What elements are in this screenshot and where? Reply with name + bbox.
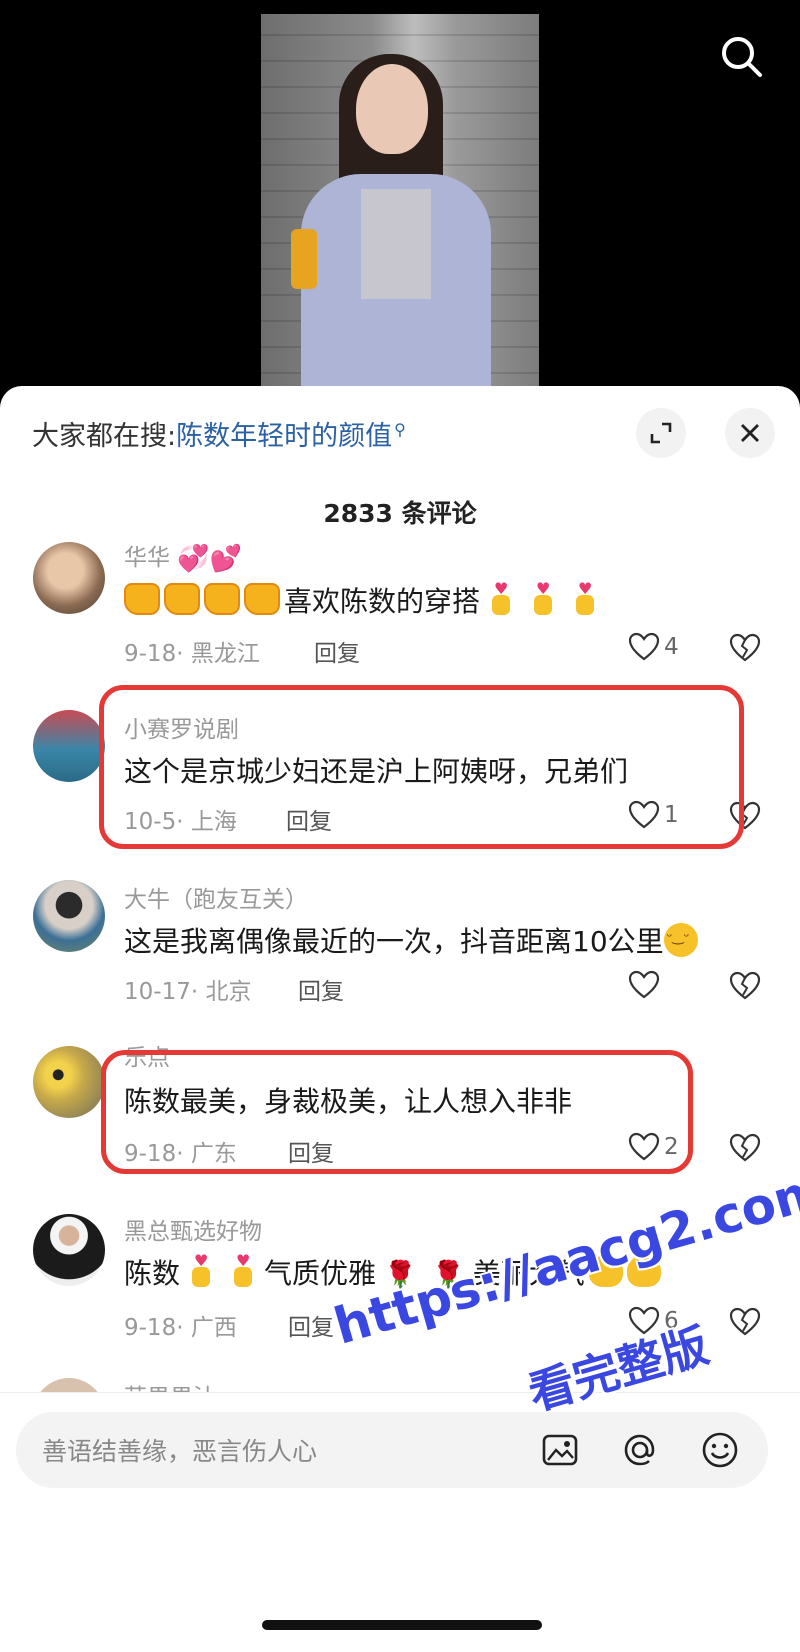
expand-icon xyxy=(650,422,672,444)
dislike-button[interactable] xyxy=(729,1307,761,1341)
at-icon xyxy=(624,1434,655,1466)
highlight-box xyxy=(101,1050,693,1174)
comment-item: 大牛（跑友互关） 这是我离偶像最近的一次，抖音距离10公里 10-17· 北京 … xyxy=(0,874,800,1034)
thumbs-up-emoji xyxy=(204,583,240,615)
thumbs-up-emoji xyxy=(164,583,200,615)
figure-inner xyxy=(361,189,431,299)
video-area[interactable] xyxy=(0,0,800,400)
comment-text: 这是我离偶像最近的一次，抖音距离10公里 xyxy=(124,920,698,960)
like-button[interactable]: 4 xyxy=(628,632,679,662)
reply-button[interactable]: 回复 xyxy=(314,634,360,668)
finger-heart-emoji xyxy=(490,579,512,615)
search-button[interactable] xyxy=(715,30,769,84)
home-indicator[interactable] xyxy=(262,1620,542,1630)
finger-heart-emoji xyxy=(232,1251,254,1287)
like-button[interactable] xyxy=(628,970,664,1000)
sweat-smile-emoji xyxy=(663,923,698,957)
comment-username[interactable]: 黑总甄选好物 xyxy=(124,1212,262,1246)
dislike-button[interactable] xyxy=(729,633,761,667)
heart-icon xyxy=(628,632,660,661)
search-small-icon: ⚲ xyxy=(394,420,406,439)
close-icon xyxy=(741,424,759,442)
comment-meta: 9-18· 黑龙江 xyxy=(124,641,260,667)
avatar[interactable] xyxy=(33,542,105,614)
avatar[interactable] xyxy=(33,1214,105,1286)
comment-meta: 10-17· 北京 xyxy=(124,979,252,1005)
reply-button[interactable]: 回复 xyxy=(288,1308,334,1342)
search-icon xyxy=(722,37,762,77)
comment-username[interactable]: 华华 💞💕 xyxy=(124,538,242,574)
finger-heart-emoji xyxy=(574,579,596,615)
dislike-button[interactable] xyxy=(729,971,761,1005)
comment-item: 华华 💞💕 喜欢陈数的穿搭 9-18· 黑龙江 回复 4 xyxy=(0,536,800,696)
dislike-heart-icon xyxy=(729,971,761,1000)
heart-icon xyxy=(628,970,660,999)
comment-meta: 9-18· 广西 xyxy=(124,1315,237,1341)
highlight-box xyxy=(99,685,744,849)
thumbs-up-emoji xyxy=(124,583,160,615)
finger-heart-emoji xyxy=(532,579,554,615)
mention-button[interactable] xyxy=(620,1430,660,1470)
emoji-button[interactable] xyxy=(700,1430,740,1470)
hearts-emoji: 💞💕 xyxy=(177,544,243,574)
dislike-heart-icon xyxy=(729,1307,761,1336)
avatar[interactable] xyxy=(33,710,105,782)
expand-button[interactable] xyxy=(636,408,686,458)
avatar[interactable] xyxy=(33,1046,105,1118)
dislike-heart-icon xyxy=(729,633,761,662)
close-button[interactable] xyxy=(725,408,775,458)
image-icon xyxy=(542,1434,578,1466)
dislike-button[interactable] xyxy=(729,1133,761,1167)
avatar[interactable] xyxy=(33,880,105,952)
comment-input[interactable]: 善语结善缘，恶言伤人心 xyxy=(16,1412,768,1488)
reply-button[interactable]: 回复 xyxy=(298,972,344,1006)
hot-search-keyword[interactable]: 陈数年轻时的颜值 xyxy=(176,421,392,452)
hot-search-prefix: 大家都在搜: xyxy=(32,421,177,452)
hot-search[interactable]: 大家都在搜:陈数年轻时的颜值 ⚲ xyxy=(32,414,406,453)
comment-text: 喜欢陈数的穿搭 xyxy=(124,579,606,620)
emoji-icon xyxy=(702,1432,738,1468)
drink-glass xyxy=(291,229,317,289)
thumbs-up-emoji xyxy=(244,583,280,615)
like-count: 4 xyxy=(664,634,679,660)
video-thumbnail[interactable] xyxy=(261,14,539,400)
finger-heart-emoji xyxy=(190,1251,212,1287)
comment-username[interactable]: 大牛（跑友互关） xyxy=(124,880,308,914)
comment-count: 2833 条评论 xyxy=(323,499,477,528)
image-button[interactable] xyxy=(540,1430,580,1470)
figure-head xyxy=(356,64,428,154)
dislike-heart-icon xyxy=(729,1133,761,1162)
input-placeholder: 善语结善缘，恶言伤人心 xyxy=(42,1437,318,1466)
